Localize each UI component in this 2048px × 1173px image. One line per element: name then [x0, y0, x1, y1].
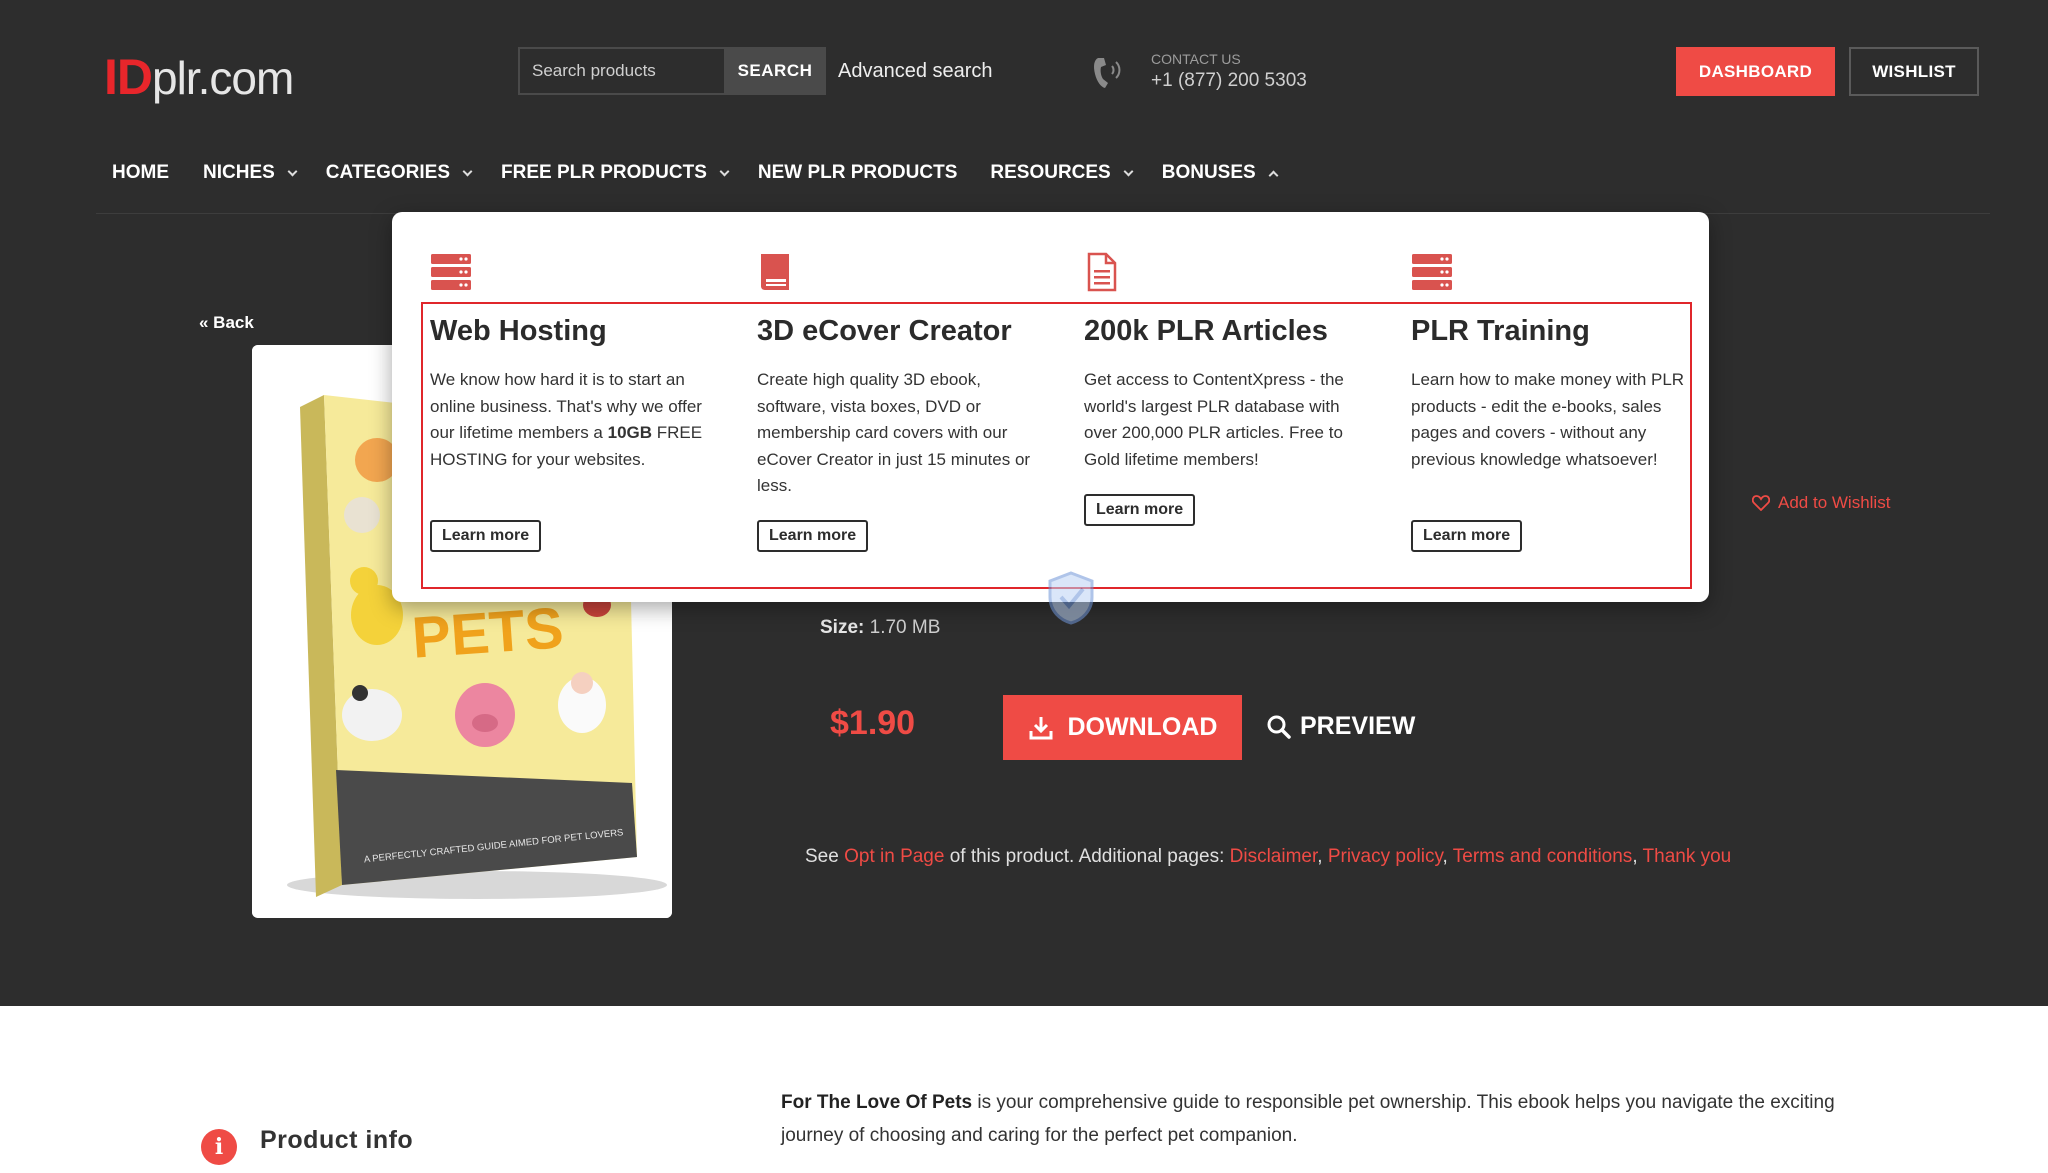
nav-free-plr-products[interactable]: FREE PLR PRODUCTS: [501, 162, 730, 184]
see-prefix: See: [805, 846, 845, 867]
bonus-text: Create high quality 3D ebook, software, …: [757, 370, 1031, 495]
heart-icon: [1752, 495, 1770, 511]
shield-icon: [1048, 571, 1094, 625]
nav-niches[interactable]: NICHES: [203, 162, 298, 184]
chevron-up-icon: [1268, 170, 1279, 180]
file-size: Size: 1.70 MB: [820, 617, 940, 639]
additional-pages: See Opt in Page of this product. Additio…: [805, 846, 1731, 868]
document-icon: [1087, 252, 1117, 292]
chevron-down-icon: [287, 166, 298, 176]
dashboard-button[interactable]: DASHBOARD: [1676, 47, 1835, 96]
bonuses-dropdown: Web Hosting We know how hard it is to st…: [392, 212, 1709, 602]
terms-link[interactable]: Terms and conditions: [1453, 846, 1633, 867]
search-input-wrapper[interactable]: [518, 47, 725, 95]
logo-text: plr.com: [152, 52, 294, 104]
nav-label: FREE PLR PRODUCTS: [501, 162, 707, 183]
download-label: DOWNLOAD: [1067, 713, 1218, 741]
search-icon: [1267, 715, 1291, 739]
separator: ,: [1317, 846, 1328, 867]
nav-home[interactable]: HOME: [112, 162, 169, 184]
separator: ,: [1442, 846, 1453, 867]
search-input[interactable]: [532, 61, 713, 81]
bonus-title: 200k PLR Articles: [1084, 315, 1328, 347]
product-info-heading[interactable]: Product info: [260, 1126, 413, 1155]
nav-label: NICHES: [203, 162, 275, 183]
logo-id: ID: [104, 49, 153, 105]
site-logo[interactable]: ID plr.com: [104, 48, 294, 105]
book-icon: [761, 254, 789, 290]
disclaimer-link[interactable]: Disclaimer: [1230, 846, 1318, 867]
bonus-text: Learn how to make money with PLR product…: [1411, 370, 1685, 469]
see-middle: of this product. Additional pages:: [944, 846, 1230, 867]
wishlist-button[interactable]: WISHLIST: [1849, 47, 1979, 96]
info-icon: i: [201, 1129, 237, 1165]
learn-more-button[interactable]: Learn more: [1084, 494, 1196, 526]
contact-phone[interactable]: +1 (877) 200 5303: [1151, 70, 1307, 92]
bonus-title: Web Hosting: [430, 315, 607, 347]
nav-label: CATEGORIES: [325, 162, 451, 183]
product-description: For The Love Of Pets is your comprehensi…: [781, 1086, 1891, 1152]
advanced-search-link[interactable]: Advanced search: [838, 60, 993, 83]
bonus-title: 3D eCover Creator: [757, 315, 1012, 347]
nav-label: BONUSES: [1161, 162, 1256, 183]
main-nav: HOME NICHES CATEGORIES FREE PLR PRODUCTS…: [112, 158, 1279, 188]
bonus-text: We know how hard it is to start an onlin…: [430, 370, 703, 469]
nav-label: HOME: [112, 162, 169, 183]
back-link[interactable]: « Back: [199, 313, 254, 333]
download-button[interactable]: DOWNLOAD: [1003, 695, 1242, 760]
add-to-wishlist-link[interactable]: Add to Wishlist: [1752, 493, 1890, 513]
product-name: For The Love Of Pets: [781, 1092, 973, 1113]
server-icon: [431, 254, 471, 290]
phone-icon: [1094, 58, 1121, 88]
privacy-policy-link[interactable]: Privacy policy: [1328, 846, 1443, 867]
add-to-wishlist-label: Add to Wishlist: [1778, 493, 1891, 512]
thank-you-link[interactable]: Thank you: [1643, 846, 1732, 867]
nav-categories[interactable]: CATEGORIES: [325, 162, 473, 184]
search-button[interactable]: SEARCH: [724, 47, 826, 95]
chevron-down-icon: [462, 166, 473, 176]
opt-in-page-link[interactable]: Opt in Page: [844, 846, 944, 867]
preview-label: PREVIEW: [1300, 712, 1416, 740]
learn-more-button[interactable]: Learn more: [430, 520, 542, 552]
preview-button[interactable]: PREVIEW: [1266, 712, 1415, 741]
download-icon: [1029, 716, 1052, 739]
bonus-text: Get access to ContentXpress - the world'…: [1084, 370, 1344, 469]
learn-more-button[interactable]: Learn more: [1411, 520, 1523, 552]
price: $1.90: [830, 704, 916, 742]
nav-resources[interactable]: RESOURCES: [990, 162, 1134, 184]
chevron-down-icon: [1123, 166, 1134, 176]
separator: ,: [1632, 846, 1643, 867]
cover-title: PETS: [410, 595, 566, 670]
size-label: Size:: [820, 617, 865, 638]
server-icon: [1412, 254, 1452, 290]
size-value: 1.70 MB: [869, 617, 941, 638]
contact-label: CONTACT US: [1151, 51, 1241, 67]
nav-label: NEW PLR PRODUCTS: [757, 162, 958, 183]
bonus-title: PLR Training: [1411, 315, 1590, 347]
chevron-down-icon: [719, 166, 730, 176]
nav-new-plr-products[interactable]: NEW PLR PRODUCTS: [758, 162, 958, 184]
learn-more-button[interactable]: Learn more: [757, 520, 869, 552]
nav-label: RESOURCES: [990, 162, 1111, 183]
nav-bonuses[interactable]: BONUSES: [1161, 162, 1279, 184]
